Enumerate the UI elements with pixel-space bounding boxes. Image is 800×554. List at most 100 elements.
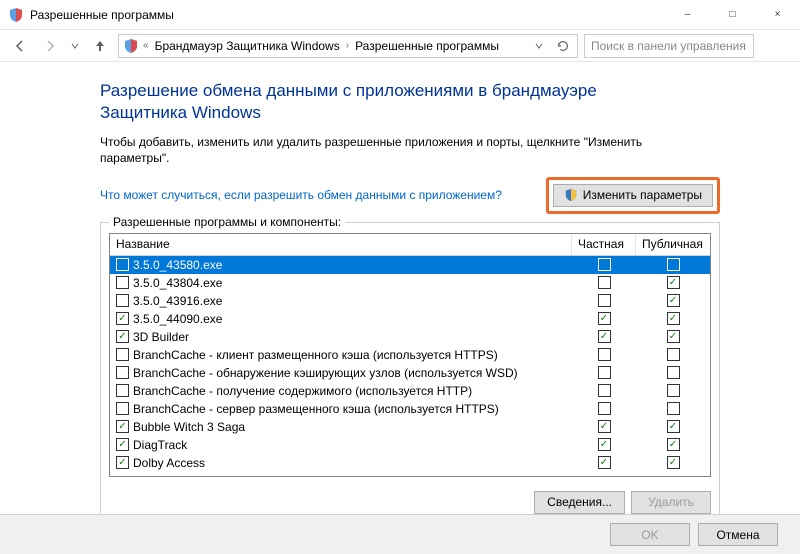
group-label: Разрешенные программы и компоненты: (109, 215, 345, 229)
cancel-button[interactable]: Отмена (698, 523, 778, 546)
table-row[interactable]: ✓ 3D Builder ✓ ✓ (110, 328, 710, 346)
page-heading: Разрешение обмена данными с приложениями… (100, 80, 640, 124)
enable-checkbox[interactable] (116, 294, 129, 307)
search-input[interactable]: Поиск в панели управления (584, 34, 754, 58)
breadcrumb-item[interactable]: Разрешенные программы (353, 39, 501, 53)
allowed-apps-group: Разрешенные программы и компоненты: Назв… (100, 222, 720, 525)
enable-checkbox[interactable] (116, 366, 129, 379)
private-checkbox[interactable] (598, 276, 611, 289)
column-name[interactable]: Название (110, 234, 572, 255)
table-row[interactable]: 3.5.0_43580.exe (110, 256, 710, 274)
chevron-down-icon[interactable] (529, 36, 549, 56)
shield-icon (8, 7, 24, 23)
app-name: BranchCache - клиент размещенного кэша (… (133, 348, 498, 362)
private-checkbox[interactable] (598, 366, 611, 379)
change-settings-label: Изменить параметры (583, 188, 702, 202)
breadcrumb[interactable]: « Брандмауэр Защитника Windows › Разреше… (118, 34, 578, 58)
breadcrumb-sep: › (346, 40, 349, 51)
enable-checkbox[interactable] (116, 348, 129, 361)
public-checkbox[interactable] (667, 402, 680, 415)
table-row[interactable]: ✓3.5.0_44090.exe✓✓ (110, 310, 710, 328)
list-body[interactable]: 3.5.0_43580.exe3.5.0_43804.exe✓3.5.0_439… (110, 256, 710, 476)
back-button[interactable] (8, 34, 32, 58)
app-name: BranchCache - получение содержимого (исп… (133, 384, 472, 398)
private-checkbox[interactable] (598, 258, 611, 271)
public-checkbox[interactable]: ✓ (667, 294, 680, 307)
app-name: 3D Builder (133, 330, 189, 344)
change-settings-button[interactable]: Изменить параметры (553, 184, 713, 207)
public-checkbox[interactable]: ✓ (667, 312, 680, 325)
column-private[interactable]: Частная (572, 234, 636, 255)
uac-shield-icon (564, 188, 578, 202)
breadcrumb-item[interactable]: Брандмауэр Защитника Windows (153, 39, 342, 53)
app-name: Dolby Access (133, 456, 205, 470)
navbar: « Брандмауэр Защитника Windows › Разреше… (0, 30, 800, 62)
table-row[interactable]: 3.5.0_43916.exe ✓ (110, 292, 710, 310)
public-checkbox[interactable]: ✓ (667, 438, 680, 451)
enable-checkbox[interactable]: ✓ (116, 438, 129, 451)
forward-button[interactable] (38, 34, 62, 58)
top-row: Что может случиться, если разрешить обме… (100, 177, 720, 214)
table-row[interactable]: BranchCache - обнаружение кэширующих узл… (110, 364, 710, 382)
app-name: 3.5.0_43916.exe (133, 294, 222, 308)
up-button[interactable] (88, 34, 112, 58)
titlebar: Разрешенные программы – □ × (0, 0, 800, 30)
highlight-box: Изменить параметры (546, 177, 720, 214)
app-name: DiagTrack (133, 438, 187, 452)
maximize-button[interactable]: □ (710, 0, 755, 29)
list-header: Название Частная Публичная (110, 234, 710, 256)
app-name: 3.5.0_43580.exe (133, 258, 222, 272)
table-row[interactable]: ✓ Bubble Witch 3 Saga ✓ ✓ (110, 418, 710, 436)
private-checkbox[interactable] (598, 294, 611, 307)
public-checkbox[interactable]: ✓ (667, 276, 680, 289)
public-checkbox[interactable]: ✓ (667, 456, 680, 469)
enable-checkbox[interactable]: ✓ (116, 312, 129, 325)
table-row[interactable]: ✓ Dolby Access ✓ ✓ (110, 454, 710, 472)
window-title: Разрешенные программы (30, 8, 665, 22)
app-name: 3.5.0_43804.exe (133, 276, 222, 290)
page-subtext: Чтобы добавить, изменить или удалить раз… (100, 134, 660, 166)
table-row[interactable]: 3.5.0_43804.exe ✓ (110, 274, 710, 292)
public-checkbox[interactable]: ✓ (667, 420, 680, 433)
app-name: Bubble Witch 3 Saga (133, 420, 245, 434)
close-button[interactable]: × (755, 0, 800, 29)
enable-checkbox[interactable]: ✓ (116, 456, 129, 469)
app-name: BranchCache - обнаружение кэширующих узл… (133, 366, 518, 380)
shield-icon (123, 38, 139, 54)
minimize-button[interactable]: – (665, 0, 710, 29)
public-checkbox[interactable] (667, 384, 680, 397)
content: Разрешение обмена данными с приложениями… (0, 62, 800, 554)
ok-button[interactable]: OK (610, 523, 690, 546)
enable-checkbox[interactable] (116, 384, 129, 397)
enable-checkbox[interactable]: ✓ (116, 420, 129, 433)
refresh-icon[interactable] (553, 36, 573, 56)
table-row[interactable]: BranchCache - клиент размещенного кэша (… (110, 346, 710, 364)
remove-button[interactable]: Удалить (631, 491, 711, 514)
column-public[interactable]: Публичная (636, 234, 710, 255)
table-row[interactable]: BranchCache - сервер размещенного кэша (… (110, 400, 710, 418)
private-checkbox[interactable]: ✓ (598, 312, 611, 325)
public-checkbox[interactable]: ✓ (667, 330, 680, 343)
private-checkbox[interactable]: ✓ (598, 438, 611, 451)
app-name: BranchCache - сервер размещенного кэша (… (133, 402, 499, 416)
private-checkbox[interactable]: ✓ (598, 420, 611, 433)
public-checkbox[interactable] (667, 348, 680, 361)
recent-dropdown[interactable] (68, 34, 82, 58)
private-checkbox[interactable]: ✓ (598, 456, 611, 469)
private-checkbox[interactable] (598, 384, 611, 397)
breadcrumb-sep: « (143, 40, 149, 51)
private-checkbox[interactable] (598, 348, 611, 361)
private-checkbox[interactable]: ✓ (598, 330, 611, 343)
help-link[interactable]: Что может случиться, если разрешить обме… (100, 188, 502, 202)
private-checkbox[interactable] (598, 402, 611, 415)
details-button[interactable]: Сведения... (534, 491, 625, 514)
table-row[interactable]: ✓ DiagTrack ✓ ✓ (110, 436, 710, 454)
public-checkbox[interactable] (667, 258, 680, 271)
dialog-footer: OK Отмена (0, 514, 800, 554)
enable-checkbox[interactable]: ✓ (116, 330, 129, 343)
enable-checkbox[interactable] (116, 276, 129, 289)
enable-checkbox[interactable] (116, 258, 129, 271)
public-checkbox[interactable] (667, 366, 680, 379)
table-row[interactable]: BranchCache - получение содержимого (исп… (110, 382, 710, 400)
enable-checkbox[interactable] (116, 402, 129, 415)
